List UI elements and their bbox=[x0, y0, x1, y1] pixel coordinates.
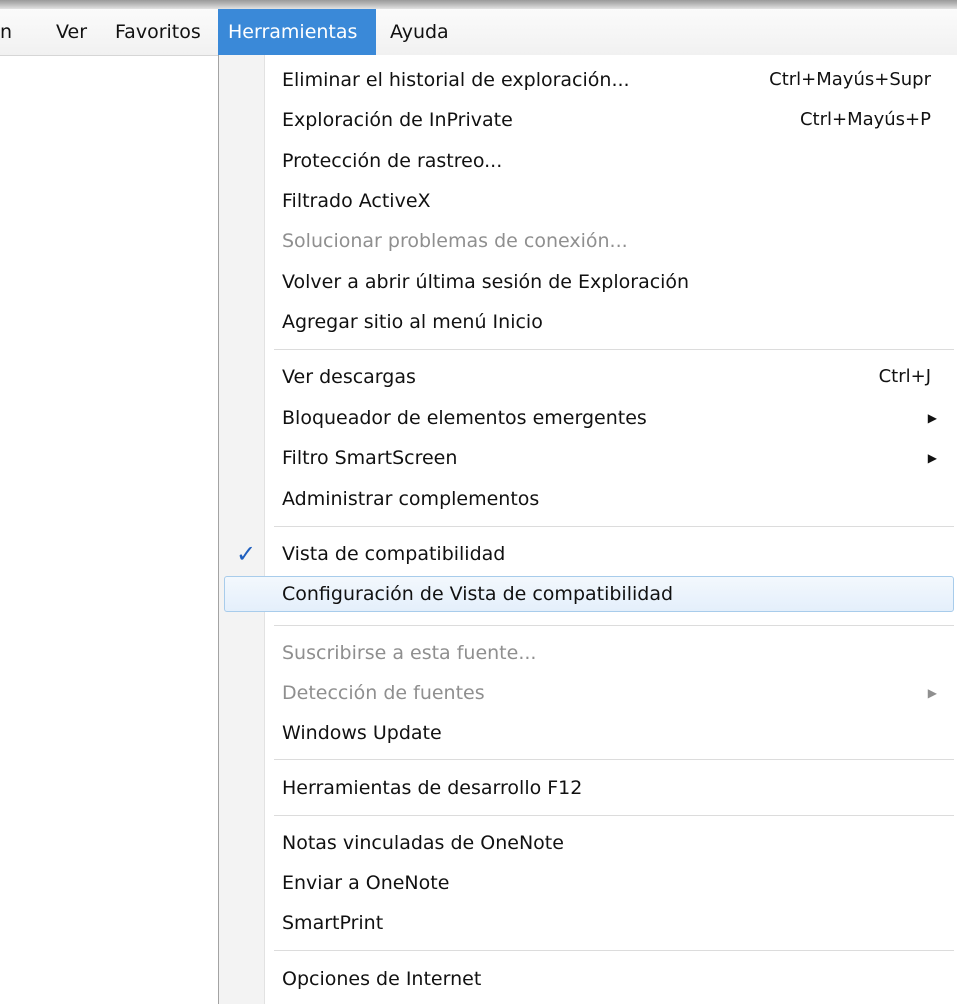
menu-item-label: Herramientas de desarrollo F12 bbox=[282, 777, 583, 799]
menu-item-label: Administrar complementos bbox=[282, 488, 540, 510]
menu-item-send-to-onenote[interactable]: Enviar a OneNote bbox=[224, 865, 954, 901]
menu-item-feed-discovery: Detección de fuentes ▶ bbox=[224, 675, 954, 711]
menu-item-internet-options[interactable]: Opciones de Internet bbox=[224, 961, 954, 997]
menu-item-label: Windows Update bbox=[282, 722, 442, 744]
menu-item-label: Volver a abrir última sesión de Explorac… bbox=[282, 271, 690, 293]
menu-item-compatibility-settings[interactable]: Configuración de Vista de compatibilidad bbox=[224, 576, 954, 612]
menu-item-label: SmartPrint bbox=[282, 912, 384, 934]
menu-item-delete-history[interactable]: Eliminar el historial de exploración... … bbox=[224, 62, 954, 98]
menu-separator bbox=[274, 526, 954, 527]
menu-item-shortcut: Ctrl+J bbox=[878, 366, 931, 387]
menu-item-compatibility-view[interactable]: ✓ Vista de compatibilidad bbox=[224, 536, 954, 572]
menu-item-onenote-linked-notes[interactable]: Notas vinculadas de OneNote bbox=[224, 825, 954, 861]
menubar-item-ayuda[interactable]: Ayuda bbox=[390, 9, 449, 55]
menubar-item-ver[interactable]: Ver bbox=[56, 9, 87, 55]
menu-bar: n Ver Favoritos Herramientas Ayuda bbox=[0, 9, 957, 56]
menu-item-label: Configuración de Vista de compatibilidad bbox=[282, 583, 674, 605]
menu-item-label: Opciones de Internet bbox=[282, 968, 482, 990]
menu-item-smartprint[interactable]: SmartPrint bbox=[224, 905, 954, 941]
menubar-item-favoritos[interactable]: Favoritos bbox=[115, 9, 201, 55]
menu-item-windows-update[interactable]: Windows Update bbox=[224, 715, 954, 751]
menu-item-label: Vista de compatibilidad bbox=[282, 543, 506, 565]
menu-separator bbox=[274, 759, 954, 760]
menu-item-shortcut: Ctrl+Mayús+P bbox=[799, 109, 931, 130]
menubar-item-herramientas[interactable]: Herramientas bbox=[218, 9, 376, 55]
tools-dropdown-menu: Eliminar el historial de exploración... … bbox=[218, 55, 957, 1004]
menu-item-popup-blocker[interactable]: Bloqueador de elementos emergentes ▶ bbox=[224, 400, 954, 436]
menu-item-view-downloads[interactable]: Ver descargas Ctrl+J bbox=[224, 359, 954, 395]
menu-item-shortcut: Ctrl+Mayús+Supr bbox=[769, 69, 931, 90]
menu-item-smartscreen[interactable]: Filtro SmartScreen ▶ bbox=[224, 440, 954, 476]
menu-item-label: Enviar a OneNote bbox=[282, 872, 450, 894]
menu-item-fix-connection: Solucionar problemas de conexión... bbox=[224, 223, 954, 259]
menu-item-label: Solucionar problemas de conexión... bbox=[282, 230, 628, 252]
menu-item-add-to-start[interactable]: Agregar sitio al menú Inicio bbox=[224, 304, 954, 340]
submenu-arrow-icon: ▶ bbox=[927, 451, 937, 465]
submenu-arrow-icon: ▶ bbox=[927, 411, 937, 425]
menu-separator bbox=[274, 950, 954, 951]
menu-item-label: Filtro SmartScreen bbox=[282, 447, 458, 469]
menubar-item-partial[interactable]: n bbox=[0, 9, 12, 55]
menu-item-subscribe-feed: Suscribirse a esta fuente... bbox=[224, 635, 954, 671]
window-top-edge bbox=[0, 0, 957, 9]
menu-separator bbox=[274, 625, 954, 626]
menu-item-label: Detección de fuentes bbox=[282, 682, 485, 704]
menu-item-label: Agregar sitio al menú Inicio bbox=[282, 311, 543, 333]
menu-item-manage-addons[interactable]: Administrar complementos bbox=[224, 481, 954, 517]
menu-item-f12-dev-tools[interactable]: Herramientas de desarrollo F12 bbox=[224, 770, 954, 806]
menu-separator bbox=[274, 349, 954, 350]
menu-item-label: Exploración de InPrivate bbox=[282, 109, 513, 131]
checkmark-icon: ✓ bbox=[235, 540, 257, 568]
submenu-arrow-icon: ▶ bbox=[927, 686, 937, 700]
menu-item-label: Protección de rastreo... bbox=[282, 150, 503, 172]
menu-item-activex-filtering[interactable]: Filtrado ActiveX bbox=[224, 183, 954, 219]
menu-item-label: Suscribirse a esta fuente... bbox=[282, 642, 537, 664]
menu-item-label: Eliminar el historial de exploración... bbox=[282, 69, 630, 91]
menu-item-label: Ver descargas bbox=[282, 366, 416, 388]
menu-item-label: Notas vinculadas de OneNote bbox=[282, 832, 564, 854]
browser-window: n Ver Favoritos Herramientas Ayuda Elimi… bbox=[0, 0, 957, 1004]
menu-item-reopen-session[interactable]: Volver a abrir última sesión de Explorac… bbox=[224, 264, 954, 300]
menu-separator bbox=[274, 815, 954, 816]
menu-item-label: Filtrado ActiveX bbox=[282, 190, 431, 212]
menu-item-tracking-protection[interactable]: Protección de rastreo... bbox=[224, 143, 954, 179]
menu-item-inprivate[interactable]: Exploración de InPrivate Ctrl+Mayús+P bbox=[224, 102, 954, 138]
menu-item-label: Bloqueador de elementos emergentes bbox=[282, 407, 647, 429]
